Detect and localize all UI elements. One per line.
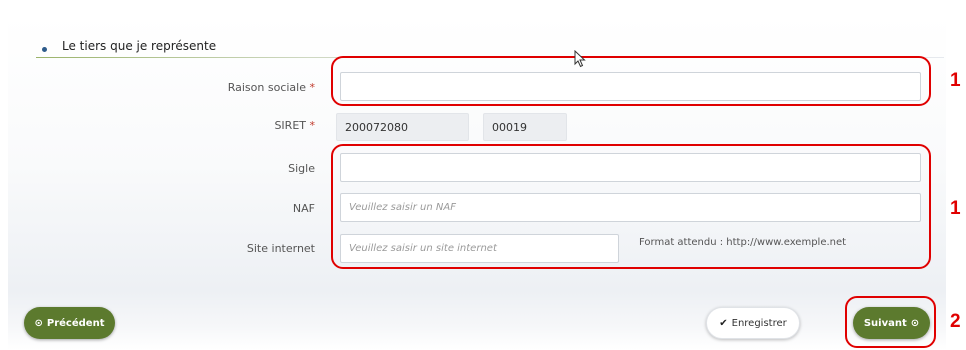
site-label: Site internet <box>247 242 315 255</box>
naf-label: NAF <box>293 202 315 215</box>
circle-arrow-left-icon: ⊙ <box>34 317 43 329</box>
mouse-cursor-icon <box>574 50 586 68</box>
raison-sociale-label: Raison sociale * <box>228 81 315 94</box>
annotation-box-2 <box>331 144 931 269</box>
section-bullet <box>42 47 47 52</box>
annotation-number-1: 1 <box>950 70 961 91</box>
sigle-label-text: Sigle <box>288 162 315 175</box>
footer-bar <box>8 291 946 350</box>
raison-sociale-label-text: Raison sociale <box>227 81 306 94</box>
next-button-label: Suivant <box>863 317 907 329</box>
required-marker: * <box>309 119 316 132</box>
save-button[interactable]: ✔ Enregistrer <box>706 307 800 339</box>
annotation-number-1b: 1 <box>950 198 961 219</box>
section-title: Le tiers que je représente <box>62 39 217 53</box>
siret-part2-field: 00019 <box>483 113 567 141</box>
annotation-number-2: 2 <box>950 311 961 332</box>
save-button-label: Enregistrer <box>731 317 787 329</box>
siret-label: SIRET * <box>274 119 315 132</box>
siret-part1-field: 200072080 <box>336 113 469 141</box>
previous-button[interactable]: ⊙ Précédent <box>24 307 115 339</box>
required-marker: * <box>309 81 316 94</box>
annotation-box-1 <box>331 56 931 106</box>
naf-label-text: NAF <box>292 202 315 215</box>
previous-button-label: Précédent <box>46 317 105 329</box>
site-label-text: Site internet <box>246 242 315 255</box>
check-circle-icon: ✔ <box>719 317 728 329</box>
siret-part2-value: 00019 <box>492 120 527 134</box>
sigle-label: Sigle <box>288 162 315 175</box>
siret-part1-value: 200072080 <box>345 120 408 134</box>
siret-label-text: SIRET <box>274 119 306 132</box>
circle-arrow-right-icon: ⊙ <box>910 317 920 329</box>
next-button[interactable]: Suivant ⊙ <box>853 307 930 339</box>
